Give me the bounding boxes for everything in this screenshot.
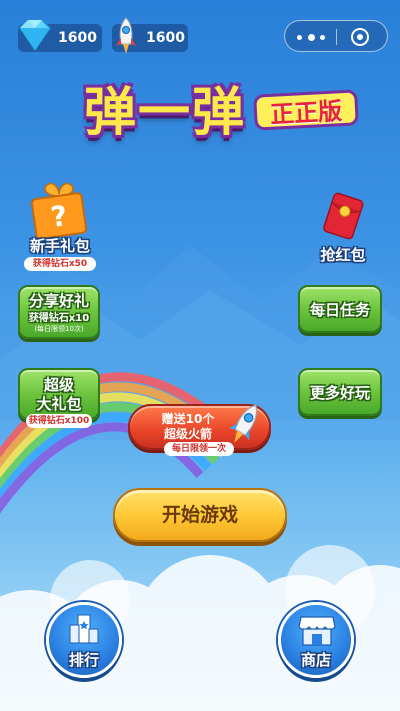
ranking-label: 排行 — [68, 651, 99, 669]
share-gift-label: 分享好礼 — [28, 292, 89, 310]
super-gift-label-line1: 超级 — [43, 376, 74, 394]
rocket-icon — [230, 404, 258, 443]
more-fun-label: 更多好玩 — [309, 384, 370, 402]
close-target-icon[interactable] — [351, 28, 369, 46]
start-game-button[interactable]: 开始游戏 — [113, 488, 287, 542]
title-badge: 正正版 — [253, 89, 359, 131]
daily-tasks-label: 每日任务 — [309, 301, 370, 319]
shop-awning-icon — [298, 616, 336, 646]
free-rockets-limit: 每日限领一次 — [164, 442, 234, 456]
more-dots-icon[interactable] — [297, 21, 325, 53]
red-packet-button[interactable]: 抢红包 — [308, 192, 378, 267]
rank-podium-icon — [69, 614, 99, 644]
game-title: 弹一弹 — [83, 83, 246, 143]
super-gift-button[interactable]: 超级 大礼包 — [18, 368, 100, 420]
capsule-divider — [336, 29, 337, 45]
super-gift-label-line2: 大礼包 — [36, 395, 82, 413]
share-gift-limit: (每日限领10次) — [34, 325, 84, 333]
share-gift-reward: 获得钻石x10 — [28, 313, 90, 324]
newbie-gift-reward: 获得钻石x50 — [24, 257, 96, 271]
shop-button[interactable]: 商店 — [278, 602, 354, 678]
diamond-icon — [19, 19, 51, 52]
red-packet-label: 抢红包 — [320, 246, 366, 264]
miniprogram-capsule — [284, 20, 388, 52]
more-fun-button[interactable]: 更多好玩 — [298, 368, 382, 416]
gift-box-icon: ? — [30, 182, 88, 240]
rocket-icon — [116, 17, 136, 54]
diamond-counter: 1600 — [18, 19, 102, 52]
share-gift-button[interactable]: 分享好礼 获得钻石x10 (每日限领10次) — [18, 285, 100, 339]
newbie-gift-label: 新手礼包 — [29, 237, 90, 255]
shop-label: 商店 — [300, 651, 331, 669]
rocket-count: 1600 — [146, 30, 185, 46]
rocket-counter: 1600 — [112, 17, 188, 54]
newbie-gift-button[interactable]: ? 新手礼包 获得钻石x50 — [20, 180, 100, 275]
ranking-button[interactable]: 排行 — [46, 602, 122, 678]
diamond-count: 1600 — [58, 30, 97, 46]
daily-tasks-button[interactable]: 每日任务 — [298, 285, 382, 333]
super-gift-reward: 获得钻石x100 — [26, 414, 92, 428]
free-rockets-line2: 超级火箭 — [163, 427, 212, 441]
red-packet-icon — [323, 192, 364, 240]
